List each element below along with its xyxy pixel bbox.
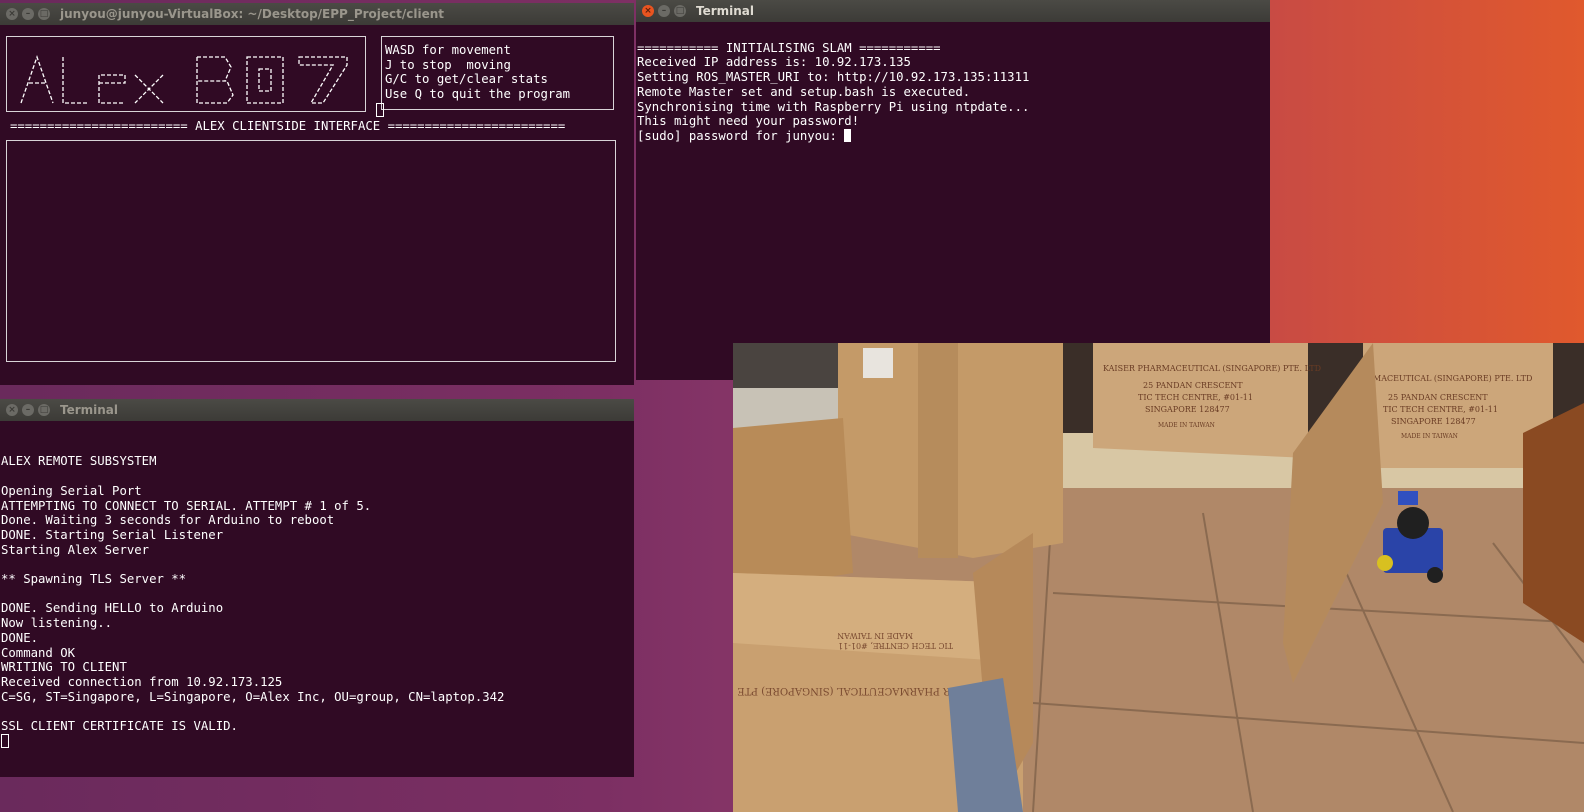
terminal-line: Synchronising time with Raspberry Pi usi… <box>637 99 1030 114</box>
box-label: 25 PANDAN CRESCENT <box>1388 393 1488 402</box>
terminal-line: ** Spawning TLS Server ** <box>1 572 187 587</box>
box-label: TIC TECH CENTRE, #01-11 <box>1138 393 1253 402</box>
interface-header: ======================== ALEX CLIENTSIDE… <box>10 119 566 133</box>
window-title: junyou@junyou-VirtualBox: ~/Desktop/EPP_… <box>60 7 445 21</box>
alex-b07-logo <box>20 55 348 104</box>
box-label: TIC TECH CENTRE, #01-11 <box>1383 405 1498 414</box>
box-label: KAISER PHARMACEUTICAL (SINGAPORE) PTE. L… <box>1103 364 1321 373</box>
minimize-icon[interactable]: – <box>658 5 670 17</box>
maximize-icon[interactable]: □ <box>674 5 686 17</box>
client-output-box <box>6 140 616 362</box>
banner-box <box>6 36 366 112</box>
terminal-line: Now listening.. <box>1 616 113 631</box>
terminal-cursor[interactable] <box>844 128 852 142</box>
terminal-line: Remote Master set and setup.bash is exec… <box>637 84 971 99</box>
box-label: 25 PANDAN CRESCENT <box>1143 381 1243 390</box>
terminal-cursor <box>376 103 384 117</box>
terminal-line: This might need your password! <box>637 114 860 129</box>
server-terminal-window[interactable]: × – □ Terminal ALEX REMOTE SUBSYSTEM Ope… <box>0 399 634 777</box>
terminal-line: Received connection from 10.92.173.125 <box>1 674 283 689</box>
client-window-titlebar[interactable]: × – □ junyou@junyou-VirtualBox: ~/Deskto… <box>0 3 634 25</box>
box-label: TIC TECH CENTRE, #01-11 <box>838 641 953 650</box>
terminal-line: WRITING TO CLIENT <box>1 660 127 675</box>
server-terminal-output[interactable]: ALEX REMOTE SUBSYSTEM Opening Serial Por… <box>0 423 634 777</box>
client-terminal-window[interactable]: × – □ junyou@junyou-VirtualBox: ~/Deskto… <box>0 3 634 385</box>
terminal-line: Setting ROS_MASTER_URI to: http://10.92.… <box>637 70 1030 85</box>
help-line-stats: G/C to get/clear stats <box>385 72 548 87</box>
sudo-prompt: [sudo] password for junyou: <box>637 128 845 143</box>
help-line-movement: WASD for movement <box>385 43 511 57</box>
box-label: MACEUTICAL (SINGAPORE) PTE. LTD <box>1373 374 1532 383</box>
terminal-line: =========== INITIALISING SLAM ==========… <box>637 40 941 55</box>
terminal-line: Starting Alex Server <box>1 542 150 557</box>
terminal-cursor[interactable] <box>1 733 9 748</box>
box-label: MADE IN TAIWAN <box>1158 422 1215 429</box>
window-title: Terminal <box>60 403 119 417</box>
box-label: KAISER PHARMACEUTICAL (SINGAPORE) PTE <box>737 685 983 696</box>
terminal-line: Received IP address is: 10.92.173.135 <box>637 55 911 70</box>
close-icon[interactable]: × <box>642 5 654 17</box>
maximize-icon[interactable]: □ <box>38 8 50 20</box>
box-label: SINGAPORE 128477 <box>1391 417 1476 426</box>
box-label: SINGAPORE 128477 <box>1145 405 1230 414</box>
terminal-line: Done. Waiting 3 seconds for Arduino to r… <box>1 513 335 528</box>
terminal-line: SSL CLIENT CERTIFICATE IS VALID. <box>1 719 238 734</box>
terminal-line: Opening Serial Port <box>1 483 142 498</box>
window-title: Terminal <box>696 4 755 18</box>
box-label: MADE IN TAIWAN <box>837 631 913 640</box>
close-icon[interactable]: × <box>6 404 18 416</box>
slam-terminal-output[interactable]: =========== INITIALISING SLAM ==========… <box>636 24 1270 380</box>
slam-window-titlebar[interactable]: × – □ Terminal <box>636 0 1270 22</box>
camera-feed-image: MADE IN TAIWAN TIC TECH CENTRE, #01-11 K… <box>733 343 1584 812</box>
close-icon[interactable]: × <box>6 8 18 20</box>
help-line-quit: Use Q to quit the program <box>385 87 571 102</box>
terminal-line: DONE. Sending HELLO to Arduino <box>1 601 224 616</box>
server-window-titlebar[interactable]: × – □ Terminal <box>0 399 634 421</box>
terminal-line: ATTEMPTING TO CONNECT TO SERIAL. ATTEMPT… <box>1 498 372 513</box>
terminal-line: C=SG, ST=Singapore, L=Singapore, O=Alex … <box>1 689 505 704</box>
slam-terminal-window[interactable]: × – □ Terminal =========== INITIALISING … <box>636 0 1270 380</box>
box-label: MADE IN TAIWAN <box>1401 433 1458 440</box>
terminal-line: ALEX REMOTE SUBSYSTEM <box>1 454 157 469</box>
terminal-line: Command OK <box>1 645 76 660</box>
help-line-stop: J to stop moving <box>385 57 511 72</box>
terminal-line: DONE. Starting Serial Listener <box>1 527 224 542</box>
help-box: WASD for movement J to stop moving G/C t… <box>381 36 614 110</box>
minimize-icon[interactable]: – <box>22 8 34 20</box>
minimize-icon[interactable]: – <box>22 404 34 416</box>
terminal-line: DONE. <box>1 630 39 645</box>
maximize-icon[interactable]: □ <box>38 404 50 416</box>
